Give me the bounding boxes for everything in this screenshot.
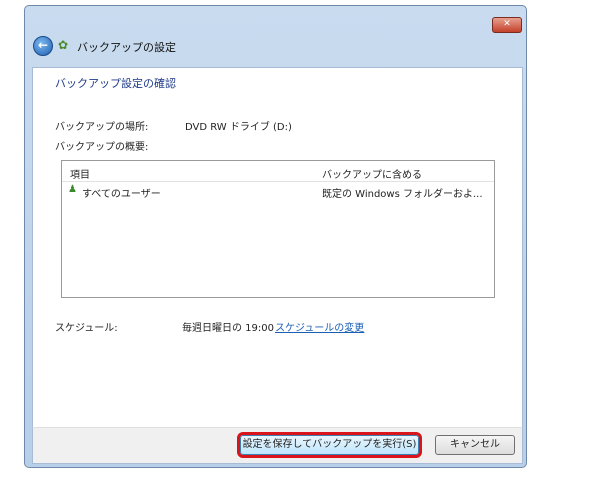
close-button[interactable]: ✕ xyxy=(492,17,522,33)
page-heading: バックアップ設定の確認 xyxy=(55,77,176,90)
schedule-value: 毎週日曜日の 19:00 xyxy=(182,323,274,334)
users-icon: ♟ xyxy=(68,184,77,195)
column-header-include[interactable]: バックアップに含める xyxy=(322,166,422,181)
window-title: バックアップの設定 xyxy=(77,41,176,54)
schedule-label: スケジュール: xyxy=(55,323,118,334)
cancel-button[interactable]: キャンセル xyxy=(435,435,515,455)
location-value: DVD RW ドライブ (D:) xyxy=(185,122,292,133)
column-header-item[interactable]: 項目 xyxy=(70,166,90,181)
footer-bar: 設定を保存してバックアップを実行(S) キャンセル xyxy=(32,427,523,464)
row-include: 既定の Windows フォルダーおよ... xyxy=(322,189,483,200)
backup-app-icon: ✿ xyxy=(58,38,69,52)
summary-label: バックアップの概要: xyxy=(55,142,149,153)
location-label: バックアップの場所: xyxy=(55,122,149,133)
list-header: 項目 バックアップに含める xyxy=(62,161,494,182)
back-button[interactable]: ← xyxy=(33,36,53,56)
content-panel: バックアップ設定の確認 バックアップの場所: DVD RW ドライブ (D:) … xyxy=(32,67,523,429)
table-row[interactable]: ♟ すべてのユーザー 既定の Windows フォルダーおよ... xyxy=(62,182,494,200)
change-schedule-link[interactable]: スケジュールの変更 xyxy=(275,319,364,334)
backup-settings-window: ✕ ← ✿ バックアップの設定 バックアップ設定の確認 バックアップの場所: D… xyxy=(24,5,527,468)
summary-list[interactable]: 項目 バックアップに含める ♟ すべてのユーザー 既定の Windows フォル… xyxy=(61,160,495,298)
save-and-run-backup-button[interactable]: 設定を保存してバックアップを実行(S) xyxy=(237,432,422,458)
row-item: すべてのユーザー xyxy=(82,189,161,200)
close-icon: ✕ xyxy=(503,19,511,29)
